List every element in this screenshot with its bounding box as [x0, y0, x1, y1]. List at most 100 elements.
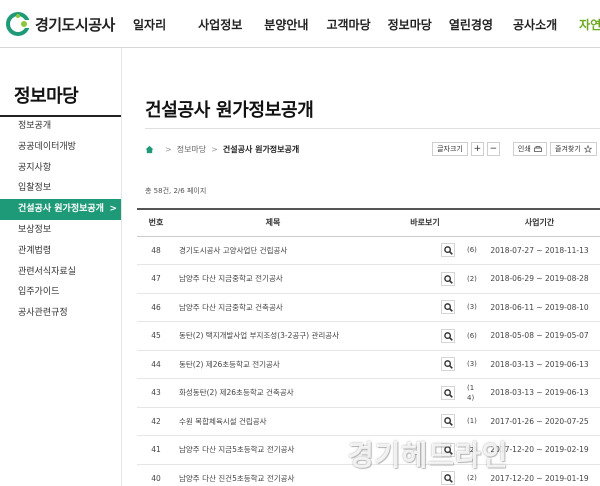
- row-attachment-count: (3): [467, 360, 477, 369]
- page-tools: 글자크기 + − 인쇄 즐겨찾기: [429, 142, 597, 156]
- row-subject-link[interactable]: 수원 복합체육시설 건립공사: [175, 407, 371, 436]
- breadcrumb: > 정보마당 > 건설공사 원가정보공개: [145, 142, 299, 156]
- sidebar-title: 정보마당: [14, 86, 79, 107]
- title-divider: [145, 128, 600, 129]
- row-attachment-count: (3): [467, 303, 477, 312]
- gnb-item-customer[interactable]: 고객마당: [326, 16, 370, 33]
- row-subject-link[interactable]: 남양주 다산 지금중학교 전기공사: [175, 265, 371, 294]
- table-row[interactable]: 48 경기도시공사 고양사업단 건립공사 (6) 2018-07-27 ~ 2018-…: [137, 236, 600, 265]
- sidebar-item-forms[interactable]: 관련서식자료실: [0, 262, 121, 283]
- header-num: 번호: [148, 218, 164, 228]
- row-attachment-count: (6): [467, 246, 477, 255]
- row-num: 44: [151, 359, 161, 369]
- table-header-row: 번호 제목 바로보기 사업기간: [137, 209, 600, 236]
- row-num: 47: [151, 274, 161, 284]
- row-attachment-count: (2): [467, 274, 477, 283]
- sidebar-item-bidding[interactable]: 입찰정보: [0, 178, 121, 199]
- font-decrease-button[interactable]: −: [486, 142, 500, 156]
- header-period: 사업기간: [524, 218, 555, 228]
- gnb-item-info[interactable]: 정보마당: [388, 16, 432, 33]
- row-subject-link[interactable]: 동탄(2) 택지개발사업 부지조성(3-2공구) 관리공사: [175, 322, 371, 351]
- site-logo[interactable]: 경기도시공사: [6, 10, 115, 38]
- row-period: 2018-06-29 ~ 2019-08-28: [490, 274, 589, 284]
- search-icon[interactable]: [441, 357, 455, 372]
- search-icon[interactable]: [441, 414, 455, 429]
- row-num: 41: [151, 445, 161, 455]
- result-count: 총 58건, 2/6 페이지: [145, 187, 207, 195]
- row-period: 2018-07-27 ~ 2018-11-13: [490, 245, 589, 255]
- logo-mark-icon: [6, 12, 30, 36]
- font-increase-button[interactable]: +: [470, 142, 484, 156]
- sidebar-menu: 정보공개 공공데이터개방 공지사항 입찰정보 건설공사 원가정보공개 > 보상정…: [0, 116, 121, 324]
- row-subject-link[interactable]: 경기도시공사 고양사업단 건립공사: [175, 236, 371, 265]
- search-icon[interactable]: [441, 271, 455, 286]
- gnb-item-business[interactable]: 사업정보: [198, 16, 242, 33]
- table-row[interactable]: 42 수원 복합체육시설 건립공사 (1) 2017-01-26 ~ 2020-07-…: [137, 407, 600, 436]
- global-nav: 일자리 사업정보 분양안내 고객마당 정보마당 열린경영 공사소개 자연&: [133, 0, 600, 48]
- row-subject-link[interactable]: 남양주 다산 진건5초등학교 전기공사: [175, 464, 371, 486]
- row-attachment-count: (6): [467, 331, 477, 340]
- row-attachment-count: (1): [467, 417, 477, 426]
- row-period: 2018-03-13 ~ 2019-06-13: [490, 388, 589, 398]
- logo-text: 경기도시공사: [35, 15, 115, 34]
- watermark: 경기헤드라인: [348, 439, 509, 472]
- sidebar-item-move-in-guide[interactable]: 입주가이드: [0, 282, 121, 303]
- header-go: 바로보기: [410, 218, 440, 228]
- chevron-right-icon: >: [109, 204, 117, 215]
- row-subject-link[interactable]: 남양주 다산 지금5초등학교 전기공사: [175, 436, 371, 465]
- table-row[interactable]: 46 남양주 다산 지금중학교 건축공사 (3) 2018-06-11 ~ 2019-…: [137, 293, 600, 322]
- site-header: 경기도시공사 일자리 사업정보 분양안내 고객마당 정보마당 열린경영 공사소개…: [0, 0, 600, 48]
- row-num: 45: [151, 331, 161, 341]
- search-icon[interactable]: [441, 385, 455, 400]
- gnb-item-management[interactable]: 열린경영: [449, 16, 493, 33]
- row-num: 40: [151, 473, 161, 483]
- search-icon[interactable]: [441, 328, 455, 343]
- sidebar-item-cost-disclosure[interactable]: 건설공사 원가정보공개 >: [0, 199, 121, 220]
- table-row[interactable]: 45 동탄(2) 택지개발사업 부지조성(3-2공구) 관리공사 (6) 2018-0…: [137, 322, 600, 351]
- star-icon: [583, 144, 593, 154]
- row-num: 42: [151, 416, 161, 426]
- table-row[interactable]: 47 남양주 다산 지금중학교 전기공사 (2) 2018-06-29 ~ 2019-…: [137, 265, 600, 294]
- row-subject-link[interactable]: 남양주 다산 지금중학교 건축공사: [175, 293, 371, 322]
- row-subject-link[interactable]: 화성동탄(2) 제26초등학교 건축공사: [175, 379, 371, 408]
- row-period: 2017-01-26 ~ 2020-07-25: [490, 416, 589, 426]
- sidebar-item-laws[interactable]: 관계법령: [0, 241, 121, 262]
- row-period: 2018-05-08 ~ 2019-05-07: [490, 331, 589, 341]
- sidebar-item-notice[interactable]: 공지사항: [0, 158, 121, 179]
- sidebar-item-compensation[interactable]: 보상정보: [0, 220, 121, 241]
- search-icon[interactable]: [441, 300, 455, 315]
- breadcrumb-separator: >: [165, 144, 172, 154]
- gnb-item-about[interactable]: 공사소개: [513, 16, 557, 33]
- home-icon[interactable]: [145, 145, 154, 154]
- main-content: 건설공사 원가정보공개 > 정보마당 > 건설공사 원가정보공개 글자크기 + …: [123, 48, 600, 486]
- breadcrumb-current: 건설공사 원가정보공개: [222, 144, 300, 154]
- row-period: 2018-06-11 ~ 2019-08-10: [490, 302, 589, 312]
- print-button[interactable]: 인쇄: [512, 142, 547, 156]
- breadcrumb-separator: >: [211, 144, 218, 154]
- breadcrumb-info[interactable]: 정보마당: [177, 144, 206, 155]
- gnb-item-sales[interactable]: 분양안내: [264, 16, 308, 33]
- favorite-button[interactable]: 즐겨찾기: [550, 142, 597, 156]
- gnb-item-jobs[interactable]: 일자리: [133, 16, 166, 33]
- print-label: 인쇄: [517, 145, 531, 153]
- row-period: 2018-03-13 ~ 2019-06-13: [490, 359, 589, 369]
- header-subject: 제목: [265, 218, 281, 228]
- sidebar-item-regulations[interactable]: 공사관련규정: [0, 303, 121, 324]
- printer-icon: [534, 145, 542, 152]
- row-num: 46: [151, 302, 161, 312]
- row-num: 48: [151, 245, 161, 255]
- search-icon[interactable]: [441, 243, 455, 258]
- row-attachment-count: (1 4): [467, 383, 475, 402]
- gnb-item-nature[interactable]: 자연&: [579, 16, 600, 33]
- table-row[interactable]: 43 화성동탄(2) 제26초등학교 건축공사 (1 4) 2018-03-13 ~ 2…: [137, 379, 600, 408]
- sidebar: 정보마당 정보공개 공공데이터개방 공지사항 입찰정보 건설공사 원가정보공개 …: [0, 48, 122, 486]
- table-row[interactable]: 44 동탄(2) 제26초등학교 전기공사 (3) 2018-03-13 ~ 2019…: [137, 350, 600, 379]
- row-num: 43: [151, 388, 161, 398]
- sidebar-item-open-data[interactable]: 공공데이터개방: [0, 137, 121, 158]
- sidebar-item-label: 건설공사 원가정보공개: [18, 204, 104, 215]
- page-title: 건설공사 원가정보공개: [145, 100, 314, 121]
- font-size-label: 글자크기: [432, 142, 468, 156]
- favorite-label: 즐겨찾기: [555, 145, 581, 153]
- row-subject-link[interactable]: 동탄(2) 제26초등학교 전기공사: [175, 350, 371, 379]
- sidebar-item-disclosure[interactable]: 정보공개: [0, 116, 121, 137]
